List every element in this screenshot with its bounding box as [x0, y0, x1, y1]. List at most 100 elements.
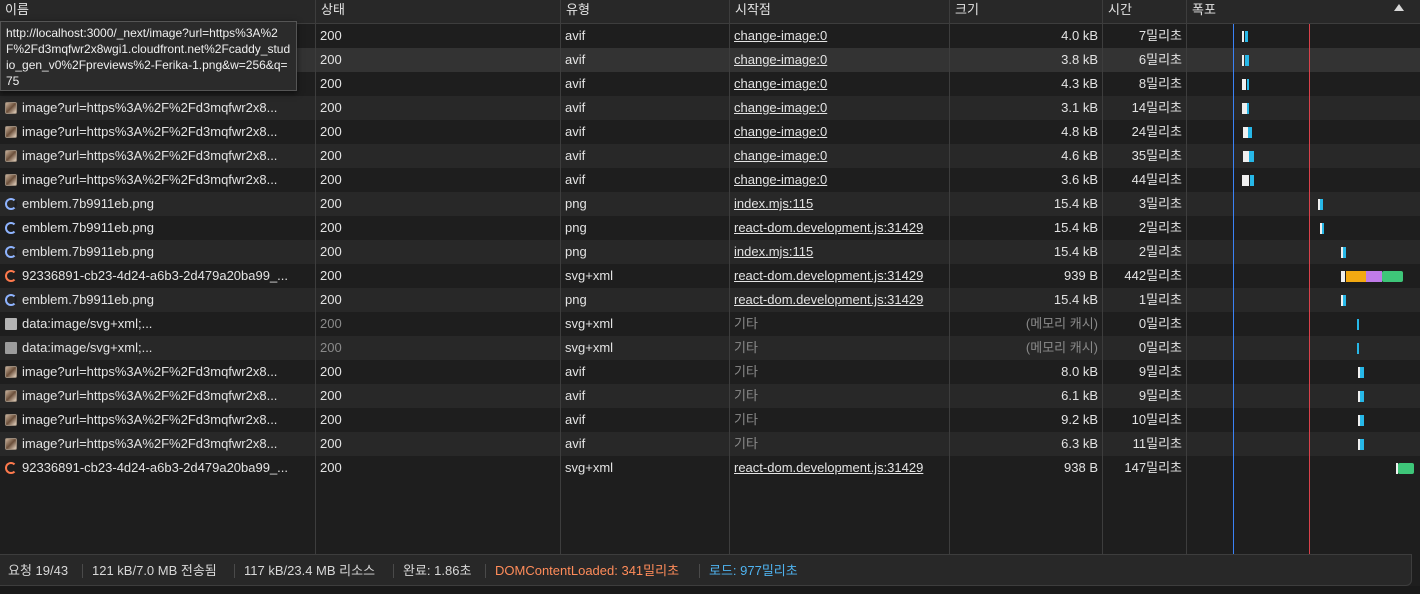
network-panel: 이름 상태 유형 시작점 크기 시간 폭포 image?url=https%3A…: [0, 0, 1420, 594]
table-row[interactable]: 92336891-cb23-4d24-a6b3-2d479a20ba99_...…: [0, 456, 1420, 480]
column-header-time[interactable]: 시간: [1103, 0, 1187, 24]
request-name: emblem.7b9911eb.png: [22, 220, 155, 235]
table-row[interactable]: data:image/svg+xml;... 200 svg+xml 기타 (메모리 캐…: [0, 336, 1420, 360]
request-status: 200: [320, 316, 342, 331]
column-divider: [729, 0, 730, 554]
request-status: 200: [320, 196, 342, 211]
request-status: 200: [320, 220, 342, 235]
table-row[interactable]: image?url=https%3A%2F%2Fd3mqfwr2x8... 200…: [0, 96, 1420, 120]
column-header-type[interactable]: 유형: [561, 0, 730, 24]
request-status: 200: [320, 172, 342, 187]
column-divider: [1186, 0, 1187, 554]
request-initiator[interactable]: change-image:0: [734, 72, 944, 96]
table-row[interactable]: emblem.7b9911eb.png 200 png react-dom.devel…: [0, 288, 1420, 312]
column-header-waterfall[interactable]: 폭포: [1187, 0, 1420, 24]
request-initiator[interactable]: react-dom.development.js:31429: [734, 288, 944, 312]
table-row[interactable]: emblem.7b9911eb.png 200 png index.mjs:115 15…: [0, 192, 1420, 216]
request-type: avif: [565, 52, 586, 67]
request-name: image?url=https%3A%2F%2Fd3mqfwr2x8...: [22, 388, 278, 403]
request-initiator[interactable]: react-dom.development.js:31429: [734, 264, 944, 288]
request-name: image?url=https%3A%2F%2Fd3mqfwr2x8...: [22, 436, 278, 451]
column-header-initiator[interactable]: 시작점: [730, 0, 950, 24]
waterfall-bar: [1242, 31, 1244, 42]
request-status: 200: [320, 364, 342, 379]
table-row[interactable]: image?url=https%3A%2F%2Fd3mqfwr2x8... 200…: [0, 360, 1420, 384]
resource-size: 117 kB/23.4 MB 리소스: [244, 563, 376, 578]
request-type: avif: [565, 388, 586, 403]
request-type: avif: [565, 172, 586, 187]
waterfall-bar: [1322, 223, 1324, 234]
request-type: avif: [565, 364, 586, 379]
request-status: 200: [320, 124, 342, 139]
waterfall-bar: [1242, 55, 1244, 66]
waterfall-bar: [1346, 271, 1366, 282]
request-initiator: 기타: [734, 388, 758, 403]
request-status: 200: [320, 76, 342, 91]
request-type: png: [565, 292, 587, 307]
request-time: 7밀리초: [1138, 28, 1182, 43]
request-size: (메모리 캐시): [1025, 316, 1098, 331]
waterfall-bar: [1357, 343, 1359, 354]
column-header-status[interactable]: 상태: [316, 0, 561, 24]
waterfall-bar: [1398, 463, 1414, 474]
request-initiator[interactable]: change-image:0: [734, 48, 944, 72]
column-divider: [560, 0, 561, 554]
request-name: 92336891-cb23-4d24-a6b3-2d479a20ba99_...: [22, 460, 289, 475]
request-size: 4.8 kB: [1061, 124, 1098, 139]
table-row[interactable]: data:image/svg+xml;... 200 svg+xml 기타 (메모리 캐…: [0, 312, 1420, 336]
request-name: image?url=https%3A%2F%2Fd3mqfwr2x8...: [22, 172, 278, 187]
request-initiator[interactable]: react-dom.development.js:31429: [734, 456, 944, 480]
request-type: avif: [565, 76, 586, 91]
request-initiator[interactable]: change-image:0: [734, 168, 944, 192]
request-status: 200: [320, 388, 342, 403]
request-name: emblem.7b9911eb.png: [22, 196, 155, 211]
request-size: (메모리 캐시): [1025, 340, 1098, 355]
status-bar: 요청 19/43 121 kB/7.0 MB 전송됨 117 kB/23.4 M…: [0, 554, 1412, 586]
request-status: 200: [320, 148, 342, 163]
request-initiator[interactable]: index.mjs:115: [734, 192, 944, 216]
table-row[interactable]: emblem.7b9911eb.png 200 png react-dom.devel…: [0, 216, 1420, 240]
waterfall-bar: [1320, 199, 1323, 210]
request-type: avif: [565, 28, 586, 43]
table-row[interactable]: 92336891-cb23-4d24-a6b3-2d479a20ba99_...…: [0, 264, 1420, 288]
request-type: avif: [565, 436, 586, 451]
column-divider: [949, 0, 950, 554]
waterfall-bar: [1247, 103, 1249, 114]
request-initiator: 기타: [734, 364, 758, 379]
request-initiator[interactable]: index.mjs:115: [734, 240, 944, 264]
table-row[interactable]: image?url=https%3A%2F%2Fd3mqfwr2x8... 200…: [0, 120, 1420, 144]
status-divider: [82, 564, 83, 578]
table-row[interactable]: image?url=https%3A%2F%2Fd3mqfwr2x8... 200…: [0, 384, 1420, 408]
request-initiator[interactable]: react-dom.development.js:31429: [734, 216, 944, 240]
sort-ascending-icon[interactable]: [1394, 4, 1404, 11]
request-status: 200: [320, 268, 342, 283]
table-row[interactable]: image?url=https%3A%2F%2Fd3mqfwr2x8... 200…: [0, 408, 1420, 432]
request-initiator[interactable]: change-image:0: [734, 96, 944, 120]
request-type: avif: [565, 148, 586, 163]
table-row[interactable]: image?url=https%3A%2F%2Fd3mqfwr2x8... 200…: [0, 432, 1420, 456]
table-row[interactable]: emblem.7b9911eb.png 200 png index.mjs:115 15…: [0, 240, 1420, 264]
request-time: 9밀리초: [1138, 364, 1182, 379]
request-size: 15.4 kB: [1053, 196, 1098, 211]
column-header-size[interactable]: 크기: [950, 0, 1103, 24]
status-divider: [699, 564, 700, 578]
table-row[interactable]: image?url=https%3A%2F%2Fd3mqfwr2x8... 200…: [0, 144, 1420, 168]
request-initiator[interactable]: change-image:0: [734, 144, 944, 168]
request-size: 4.3 kB: [1061, 76, 1098, 91]
request-time: 2밀리초: [1138, 244, 1182, 259]
request-status: 200: [320, 340, 342, 355]
request-time: 35밀리초: [1131, 148, 1182, 163]
waterfall-bar: [1343, 295, 1346, 306]
request-size: 15.4 kB: [1053, 292, 1098, 307]
table-row[interactable]: image?url=https%3A%2F%2Fd3mqfwr2x8... 200…: [0, 168, 1420, 192]
status-divider: [485, 564, 486, 578]
request-time: 0밀리초: [1138, 340, 1182, 355]
request-initiator[interactable]: change-image:0: [734, 120, 944, 144]
request-time: 3밀리초: [1138, 196, 1182, 211]
request-initiator[interactable]: change-image:0: [734, 24, 944, 48]
request-time: 14밀리초: [1131, 100, 1182, 115]
waterfall-bar: [1360, 415, 1364, 426]
request-type: svg+xml: [565, 316, 614, 331]
request-time: 442밀리초: [1124, 268, 1182, 283]
waterfall-bar: [1250, 175, 1254, 186]
